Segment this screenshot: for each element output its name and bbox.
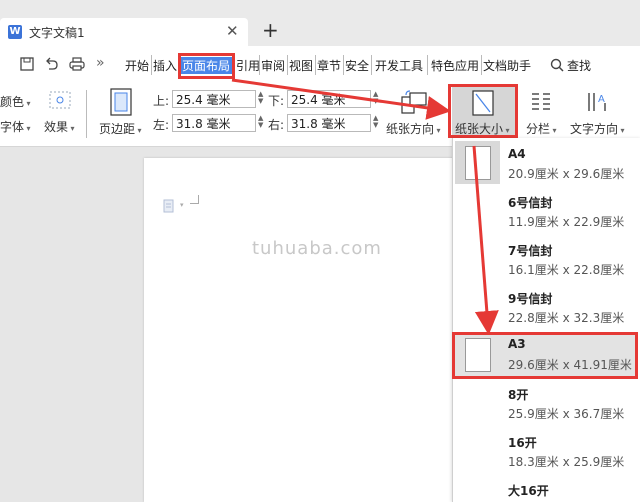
annotation-arrows xyxy=(231,78,499,335)
